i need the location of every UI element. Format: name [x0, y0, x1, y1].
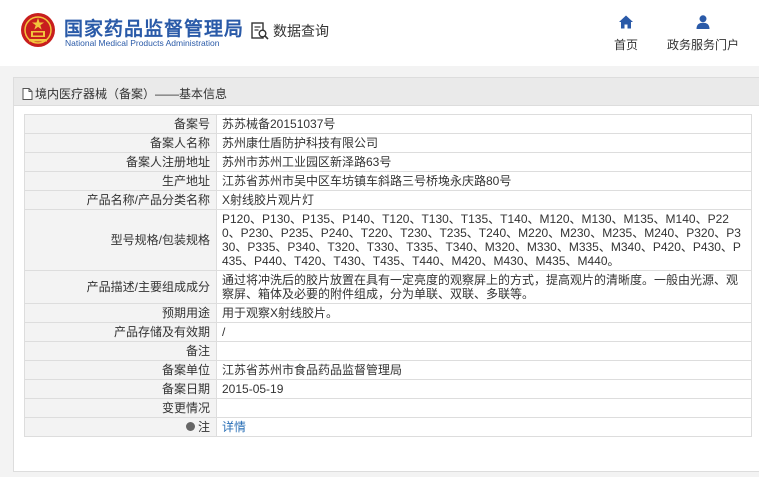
- nav-home[interactable]: 首页: [606, 14, 646, 53]
- nav-service-portal[interactable]: 政务服务门户: [664, 14, 742, 53]
- user-icon: [696, 15, 710, 29]
- home-icon: [619, 15, 633, 29]
- site-title: 国家药品监督管理局: [64, 19, 245, 40]
- data-query-link[interactable]: 数据查询: [250, 21, 329, 41]
- document-search-icon: [251, 22, 269, 40]
- field-value: 江苏省苏州市吴中区车坊镇车斜路三号桥堍永庆路80号: [216, 171, 752, 191]
- table-row: 生产地址 江苏省苏州市吴中区车坊镇车斜路三号桥堍永庆路80号: [24, 171, 752, 191]
- table-row: 备案人名称 苏州康仕盾防护科技有限公司: [24, 133, 752, 153]
- field-value: 2015-05-19: [216, 379, 752, 399]
- field-label: 预期用途: [24, 303, 217, 323]
- field-value: 通过将冲洗后的胶片放置在具有一定亮度的观察屏上的方式，提高观片的清晰度。一般由光…: [216, 270, 752, 304]
- field-label: 备案号: [24, 114, 217, 134]
- details-link[interactable]: 详情: [222, 420, 246, 434]
- field-value: 苏苏械备20151037号: [216, 114, 752, 134]
- field-value: P120、P130、P135、P140、T120、T130、T135、T140、…: [216, 209, 752, 271]
- field-label: 型号规格/包装规格: [24, 209, 217, 271]
- table-row: 备案号 苏苏械备20151037号: [24, 114, 752, 134]
- panel-header: 境内医疗器械（备案）——基本信息: [14, 78, 759, 106]
- site-subtitle: National Medical Products Administration: [65, 38, 220, 48]
- field-label: 备案人注册地址: [24, 152, 217, 172]
- table-row-note: 注详情: [24, 417, 752, 437]
- national-emblem-logo: [21, 13, 55, 47]
- bullet-icon: [185, 422, 195, 432]
- table-row: 变更情况: [24, 398, 752, 418]
- field-label: 备案单位: [24, 360, 217, 380]
- note-label-cell: 注: [24, 417, 217, 437]
- site-header: 国家药品监督管理局 National Medical Products Admi…: [0, 0, 759, 66]
- field-label: 生产地址: [24, 171, 217, 191]
- field-label: 产品描述/主要组成成分: [24, 270, 217, 304]
- field-value: 江苏省苏州市食品药品监督管理局: [216, 360, 752, 380]
- document-icon: [22, 87, 33, 100]
- note-label: 注: [197, 420, 210, 434]
- table-row: 备案单位 江苏省苏州市食品药品监督管理局: [24, 360, 752, 380]
- field-label: 备注: [24, 341, 217, 361]
- field-value: [216, 341, 752, 361]
- panel-title: 境内医疗器械（备案）——基本信息: [22, 85, 227, 102]
- nav-home-label: 首页: [613, 38, 638, 52]
- table-row: 预期用途 用于观察X射线胶片。: [24, 303, 752, 323]
- table-row: 备案日期 2015-05-19: [24, 379, 752, 399]
- table-row: 产品描述/主要组成成分 通过将冲洗后的胶片放置在具有一定亮度的观察屏上的方式，提高…: [24, 270, 752, 304]
- field-value: 苏州市苏州工业园区新泽路63号: [216, 152, 752, 172]
- field-label: 备案人名称: [24, 133, 217, 153]
- nav-service-label: 政务服务门户: [666, 38, 739, 52]
- table-row: 型号规格/包装规格 P120、P130、P135、P140、T120、T130、T…: [24, 209, 752, 271]
- field-value: [216, 398, 752, 418]
- table-row: 产品存储及有效期 /: [24, 322, 752, 342]
- field-value: 用于观察X射线胶片。: [216, 303, 752, 323]
- note-value-cell: 详情: [216, 417, 752, 437]
- field-label: 产品存储及有效期: [24, 322, 217, 342]
- table-row: 产品名称/产品分类名称 X射线胶片观片灯: [24, 190, 752, 210]
- detail-panel: 境内医疗器械（备案）——基本信息 备案号 苏苏械备20151037号 备案人名称 苏州…: [13, 77, 759, 472]
- field-label: 产品名称/产品分类名称: [24, 190, 217, 210]
- field-value: 苏州康仕盾防护科技有限公司: [216, 133, 752, 153]
- panel-title-text: 境内医疗器械（备案）——基本信息: [35, 87, 228, 101]
- field-value: /: [216, 322, 752, 342]
- field-label: 备案日期: [24, 379, 217, 399]
- field-label: 变更情况: [24, 398, 217, 418]
- table-row: 备案人注册地址 苏州市苏州工业园区新泽路63号: [24, 152, 752, 172]
- table-row: 备注: [24, 341, 752, 361]
- field-value: X射线胶片观片灯: [216, 190, 752, 210]
- detail-table: 备案号 苏苏械备20151037号 备案人名称 苏州康仕盾防护科技有限公司 备案人注册地…: [24, 114, 752, 437]
- data-query-label: 数据查询: [273, 23, 329, 39]
